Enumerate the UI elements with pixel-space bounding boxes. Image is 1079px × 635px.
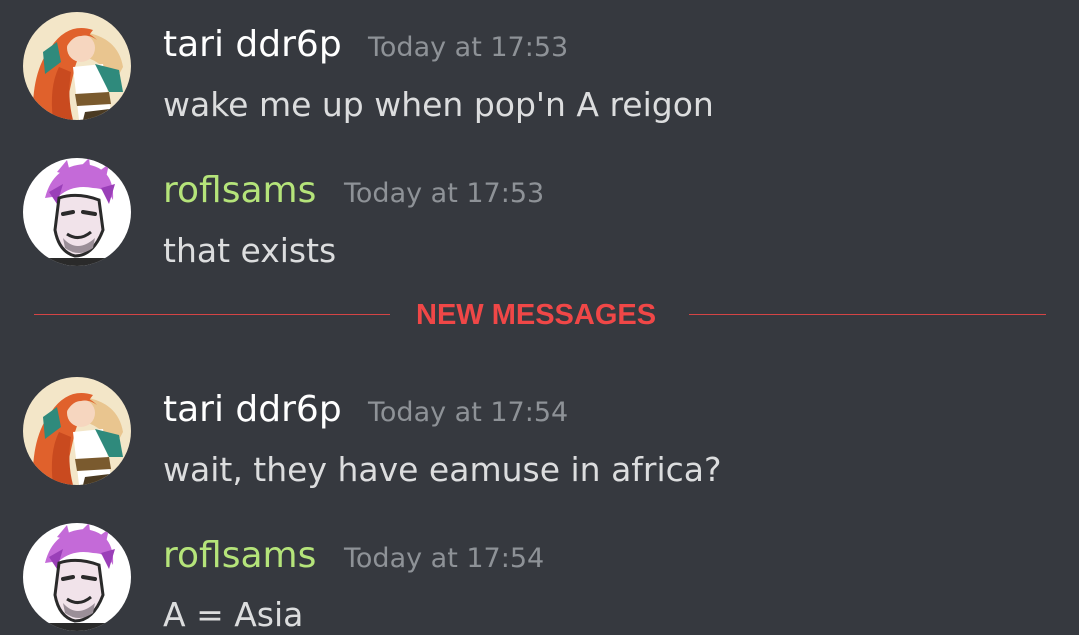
- message-timestamp: Today at 17:53: [344, 178, 545, 209]
- message-author[interactable]: tari ddr6p: [163, 389, 342, 431]
- user-avatar[interactable]: [23, 12, 131, 120]
- anime-girl-orange-hair-avatar-icon: [23, 377, 131, 485]
- new-messages-divider: NEW MESSAGES: [34, 298, 1046, 332]
- user-avatar[interactable]: [23, 158, 131, 266]
- message-timestamp: Today at 17:54: [344, 543, 545, 574]
- message-item: roflsams Today at 17:54 A = Asia: [0, 523, 1079, 635]
- user-avatar[interactable]: [23, 377, 131, 485]
- message-timestamp: Today at 17:54: [368, 397, 569, 428]
- divider-line-left: [34, 314, 390, 315]
- message-text: that exists: [163, 231, 337, 270]
- message-text: wake me up when pop'n A reigon: [163, 85, 714, 124]
- message-item: tari ddr6p Today at 17:54 wait, they hav…: [0, 377, 1079, 497]
- chat-messages: tari ddr6p Today at 17:53 wake me up whe…: [0, 0, 1079, 635]
- message-author[interactable]: tari ddr6p: [163, 24, 342, 66]
- divider-line-right: [689, 314, 1046, 315]
- message-author[interactable]: roflsams: [163, 170, 316, 212]
- purple-haired-character-avatar-icon: [23, 523, 131, 631]
- purple-haired-character-avatar-icon: [23, 158, 131, 266]
- message-item: tari ddr6p Today at 17:53 wake me up whe…: [0, 12, 1079, 132]
- message-item: roflsams Today at 17:53 that exists: [0, 158, 1079, 278]
- message-text: A = Asia: [163, 595, 304, 634]
- message-author[interactable]: roflsams: [163, 535, 316, 577]
- message-timestamp: Today at 17:53: [368, 32, 569, 63]
- anime-girl-orange-hair-avatar-icon: [23, 12, 131, 120]
- message-text: wait, they have eamuse in africa?: [163, 450, 722, 489]
- new-messages-label: NEW MESSAGES: [416, 299, 657, 331]
- user-avatar[interactable]: [23, 523, 131, 631]
